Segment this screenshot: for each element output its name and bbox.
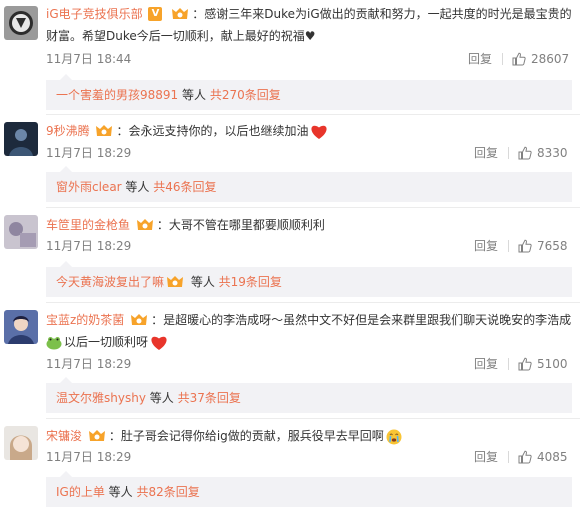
thumbs-up-icon (518, 357, 532, 371)
divider (508, 147, 509, 159)
comment-time: 11月7日 18:44 (46, 52, 132, 66)
thumbs-up-icon (512, 52, 526, 66)
reply-button[interactable]: 回复 (474, 236, 498, 256)
username[interactable]: 宋镛浚 (46, 429, 82, 443)
vip-fan-badge-icon (172, 7, 189, 19)
view-replies-link[interactable]: 共19条回复 (219, 275, 282, 289)
reply-button[interactable]: 回复 (468, 49, 492, 69)
reply-summary: 温文尔雅shyshy 等人 共37条回复 (46, 377, 572, 413)
reply-etc-text: 等人 (104, 485, 137, 499)
view-replies-link[interactable]: 共270条回复 (210, 88, 281, 102)
divider (508, 240, 509, 252)
divider (502, 53, 503, 65)
user-avatar-icon (4, 426, 38, 460)
reply-summary: 窗外雨clear 等人 共46条回复 (46, 166, 572, 202)
divider (508, 358, 509, 370)
view-replies-link[interactable]: 共37条回复 (178, 391, 241, 405)
black-heart-icon: ♥ (304, 29, 316, 43)
vip-fan-badge-icon (131, 313, 148, 325)
user-avatar-icon (4, 122, 38, 156)
comment-text-line1: ：感谢三年来Duke为iG做出的贡献和努力，一起共度的时光是最宝贵的 (192, 7, 572, 21)
username[interactable]: 车笸里的金枪鱼 (46, 218, 130, 232)
verified-badge-icon: V (148, 6, 163, 21)
red-heart-icon (311, 125, 328, 139)
red-heart-icon (151, 336, 167, 350)
view-replies-link[interactable]: 共82条回复 (136, 485, 199, 499)
like-button[interactable]: 28607 (512, 49, 569, 69)
comment-time: 11月7日 18:29 (46, 239, 132, 253)
comment-text-line1: ：是超暖心的李浩成呀～虽然中文不好但是会来群里跟我们聊天说晚安的李浩成 (151, 313, 572, 327)
comment-time: 11月7日 18:29 (46, 146, 132, 160)
thumbs-up-icon (518, 239, 532, 253)
reply-user-link[interactable]: 今天黄海波复出了嘛 (56, 275, 164, 289)
like-button[interactable]: 8330 (518, 143, 568, 163)
divider (46, 207, 580, 208)
reply-summary: 一个害羞的男孩98891 等人 共270条回复 (46, 74, 572, 110)
divider (508, 451, 509, 463)
divider (46, 418, 580, 419)
comment-time: 11月7日 18:29 (46, 357, 132, 371)
avatar[interactable] (4, 6, 38, 40)
reply-button[interactable]: 回复 (474, 447, 498, 467)
vip-fan-badge-icon (167, 275, 184, 287)
divider (46, 114, 580, 115)
ig-logo-avatar-icon (4, 6, 38, 40)
comment-time: 11月7日 18:29 (46, 450, 132, 464)
like-count: 28607 (531, 52, 570, 66)
avatar[interactable] (4, 310, 38, 344)
reply-user-link[interactable]: 窗外雨clear (56, 180, 122, 194)
reply-summary: 今天黄海波复出了嘛 等人 共19条回复 (46, 261, 572, 297)
vip-fan-badge-icon (96, 124, 113, 136)
vip-fan-badge-icon (136, 218, 153, 230)
green-frog-emoji-icon (46, 336, 62, 349)
reply-etc-text: 等人 (178, 88, 210, 102)
view-replies-link[interactable]: 共46条回复 (153, 180, 216, 194)
comment-text-line2: 财富。希望Duke今后一切顺利，献上最好的祝福 (46, 29, 305, 43)
like-button[interactable]: 4085 (518, 447, 568, 467)
comment-text: ：大哥不管在哪里都要顺顺利利 (156, 218, 325, 232)
reply-etc-text: 等人 (187, 275, 219, 289)
reply-user-link[interactable]: 温文尔雅shyshy (56, 391, 146, 405)
divider (46, 302, 580, 303)
like-count: 8330 (537, 146, 568, 160)
avatar[interactable] (4, 122, 38, 156)
reply-button[interactable]: 回复 (474, 354, 498, 374)
avatar[interactable] (4, 215, 38, 249)
reply-etc-text: 等人 (145, 391, 178, 405)
vip-fan-badge-icon (88, 429, 105, 441)
like-count: 4085 (537, 450, 568, 464)
comment-text: ：肚子哥会记得你给ig做的贡献，服兵役早去早回啊 (108, 429, 384, 443)
user-avatar-icon (4, 215, 38, 249)
thumbs-up-icon (518, 450, 532, 464)
username[interactable]: 9秒沸腾 (46, 124, 90, 138)
like-count: 5100 (537, 357, 568, 371)
like-count: 7658 (537, 239, 568, 253)
reply-user-link[interactable]: 一个害羞的男孩98891 (56, 88, 178, 102)
reply-summary: IG的上单 等人 共82条回复 (46, 471, 572, 507)
username[interactable]: 宝蓝z的奶茶菌 (46, 313, 124, 327)
avatar[interactable] (4, 426, 38, 460)
reply-etc-text: 等人 (121, 180, 154, 194)
reply-button[interactable]: 回复 (474, 143, 498, 163)
username[interactable]: iG电子竞技俱乐部 (46, 7, 143, 21)
user-avatar-icon (4, 310, 38, 344)
like-button[interactable]: 7658 (518, 236, 568, 256)
comment-text-line2: 以后一切顺利呀 (64, 335, 149, 349)
like-button[interactable]: 5100 (518, 354, 568, 374)
reply-user-link[interactable]: IG的上单 (56, 485, 105, 499)
thumbs-up-icon (518, 146, 532, 160)
crying-face-emoji-icon (386, 429, 402, 444)
comment-text: ：会永远支持你的，以后也继续加油 (116, 124, 309, 138)
